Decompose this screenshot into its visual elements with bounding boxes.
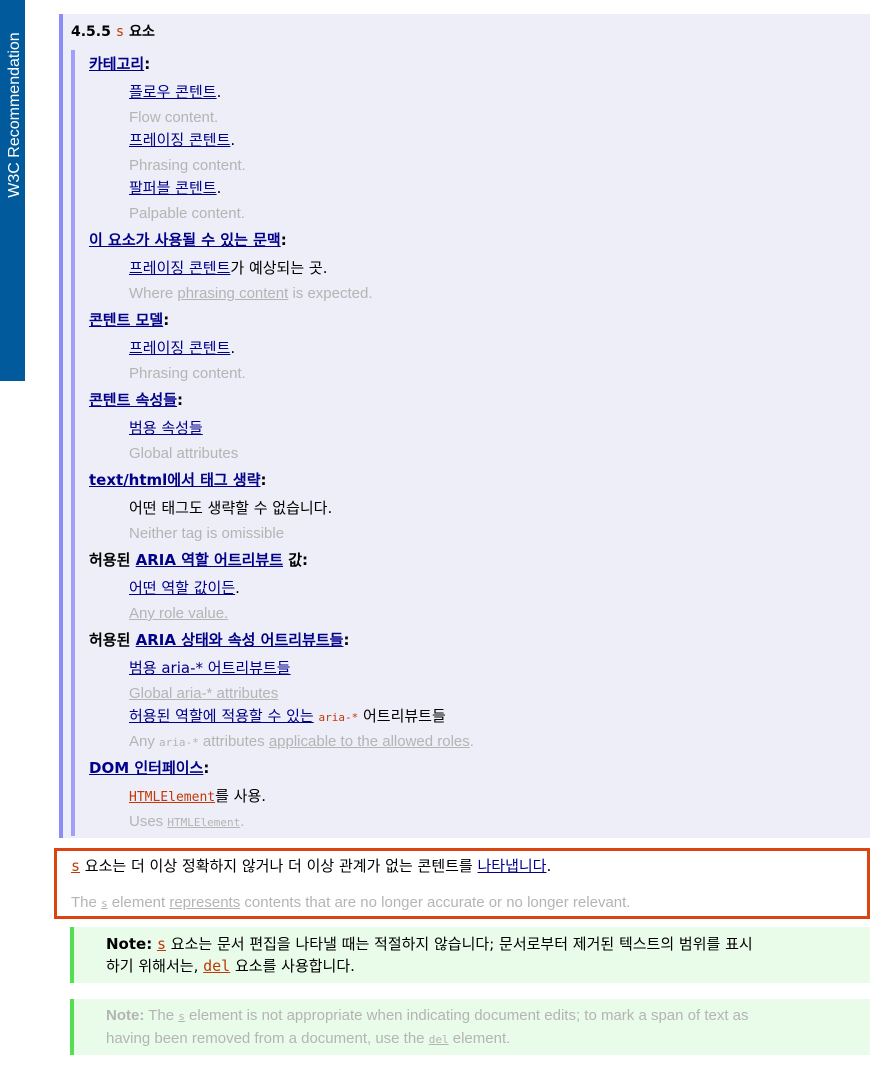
category-item-en: Phrasing content. — [129, 157, 246, 174]
category-item: 프레이징 콘텐트. — [129, 131, 236, 149]
term-content-model: 콘텐트 모델: — [89, 311, 170, 329]
note-ko: Note: s 요소는 문서 편집을 나타낼 때는 적절하지 않습니다; 문서로… — [70, 927, 870, 983]
term-content-attributes: 콘텐트 속성들: — [89, 391, 184, 409]
definition-en: The s element represents contents that a… — [71, 894, 631, 911]
categories-link[interactable]: 카테고리 — [89, 55, 144, 73]
category-item-en: Flow content. — [129, 109, 219, 126]
element-code[interactable]: s — [116, 24, 124, 40]
context-item-en: Where phrasing content is expected. — [129, 285, 373, 302]
section-heading: 4.5.5 s 요소 — [71, 24, 155, 40]
content-attributes-item: 범용 속성들 — [129, 419, 203, 437]
content-model-item-en: Phrasing content. — [129, 365, 246, 382]
aria-role-item: 어떤 역할 값이든. — [129, 579, 240, 597]
aria-states-item-en: Any aria-* attributes applicable to the … — [129, 733, 474, 750]
term-contexts: 이 요소가 사용될 수 있는 문맥: — [89, 231, 287, 249]
context-item: 프레이징 콘텐트가 예상되는 곳. — [129, 259, 328, 277]
term-dom-interface: DOM 인터페이스: — [89, 759, 210, 777]
tag-omission-item: 어떤 태그도 생략할 수 없습니다. — [129, 499, 333, 517]
term-aria-states: 허용된 ARIA 상태와 속성 어트리뷰트들: — [89, 631, 350, 649]
w3c-recommendation-badge[interactable]: W3C Recommendation — [0, 0, 25, 381]
content-attributes-item-en: Global attributes — [129, 445, 239, 462]
term-categories: 카테고리: — [89, 55, 151, 73]
aria-states-item: 범용 aria-* 어트리뷰트들 — [129, 659, 291, 677]
category-item: 팔퍼블 콘텐트. — [129, 179, 222, 197]
term-tag-omission: text/html에서 태그 생략: — [89, 471, 267, 489]
definition-list-bar — [71, 50, 75, 836]
category-item-en: Palpable content. — [129, 205, 245, 222]
tag-omission-item-en: Neither tag is omissible — [129, 525, 285, 542]
highlighted-definition: s 요소는 더 이상 정확하지 않거나 더 이상 관계가 없는 콘텐트를 나타냅… — [54, 848, 870, 919]
dom-interface-item-en: Uses HTMLElement. — [129, 813, 245, 830]
definition-ko: s 요소는 더 이상 정확하지 않거나 더 이상 관계가 없는 콘텐트를 나타냅… — [71, 857, 552, 875]
content-model-item: 프레이징 콘텐트. — [129, 339, 236, 357]
term-aria-role: 허용된 ARIA 역할 어트리뷰트 값: — [89, 551, 309, 569]
aria-states-item: 허용된 역할에 적용할 수 있는 aria-* 어트리뷰트들 — [129, 707, 446, 725]
aria-role-item-en: Any role value. — [129, 605, 229, 622]
badge-label: W3C Recommendation — [6, 32, 23, 198]
note-en: Note: The s element is not appropriate w… — [70, 999, 870, 1055]
dom-interface-item: HTMLElement를 사용. — [129, 787, 267, 805]
category-item: 플로우 콘텐트. — [129, 83, 222, 101]
aria-states-item-en: Global aria-* attributes — [129, 685, 279, 702]
